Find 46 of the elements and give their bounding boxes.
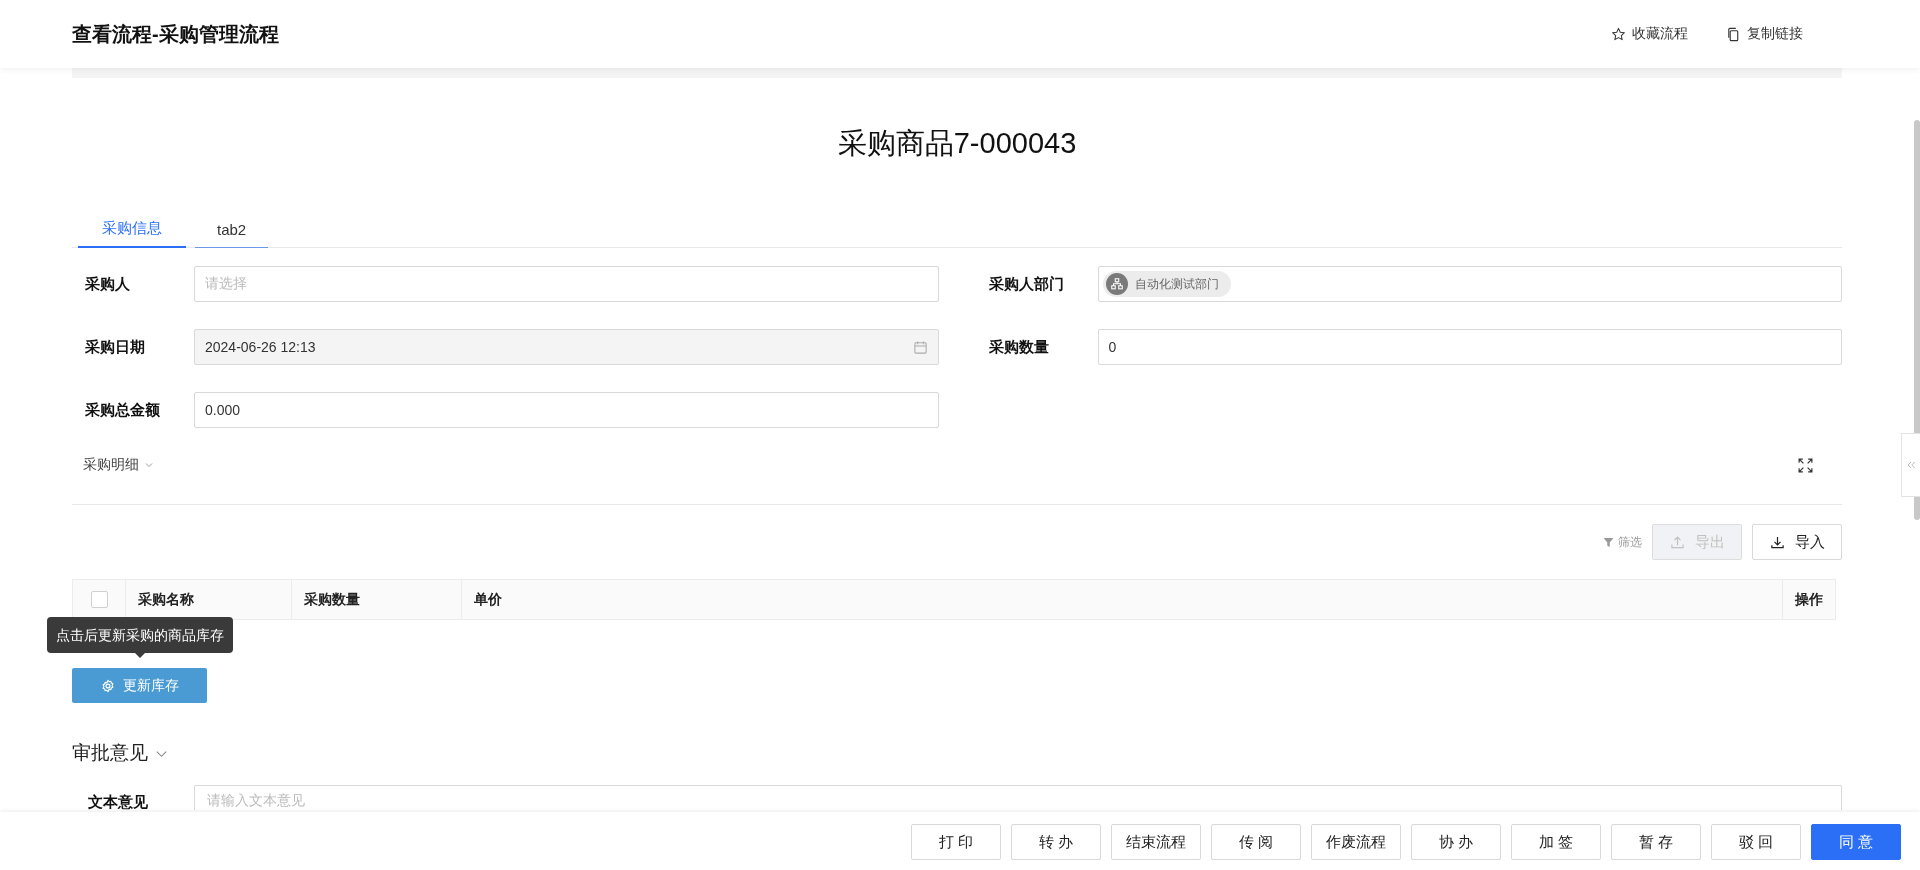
column-header: 单价: [461, 580, 1782, 619]
star-icon: [1611, 26, 1626, 42]
field-label: 采购总金额: [85, 400, 161, 420]
footer-button[interactable]: 暂 存: [1611, 824, 1701, 860]
field-label: 采购人部门: [988, 274, 1065, 294]
tab[interactable]: 采购信息: [78, 211, 186, 248]
column-header: 采购数量: [291, 580, 461, 619]
footer-button[interactable]: 作废流程: [1311, 824, 1401, 860]
header-action[interactable]: 复制链接: [1726, 25, 1803, 43]
double-chevron-left-icon: [1905, 459, 1917, 471]
section-toggle[interactable]: 审批意见: [72, 738, 1842, 768]
fullscreen-icon[interactable]: [1797, 456, 1814, 474]
department-tag: 自动化测试部门: [1102, 271, 1231, 297]
calendar-icon: [912, 339, 928, 355]
footer-button[interactable]: 协 办: [1411, 824, 1501, 860]
tooltip-arrow: [134, 653, 145, 658]
import-button[interactable]: 导入: [1752, 524, 1842, 560]
column-header: 操作: [1782, 580, 1835, 619]
upload-icon: [1669, 534, 1685, 550]
footer-button[interactable]: 结束流程: [1111, 824, 1201, 860]
footer-button[interactable]: 驳 回: [1711, 824, 1801, 860]
input-field[interactable]: 0: [1097, 329, 1842, 365]
side-panel-toggle[interactable]: [1901, 433, 1920, 497]
field-label: 采购日期: [85, 337, 146, 357]
filter-icon: [1602, 535, 1615, 549]
footer-button[interactable]: 加 签: [1511, 824, 1601, 860]
checkbox[interactable]: [90, 591, 108, 608]
header-action[interactable]: 收藏流程: [1611, 25, 1688, 43]
field-label: 采购数量: [988, 337, 1050, 357]
document-title: 采购商品7-000043: [836, 126, 1078, 161]
copy-icon: [1726, 26, 1741, 42]
download-icon: [1769, 534, 1785, 550]
section-toggle[interactable]: 采购明细: [83, 456, 155, 474]
select-field[interactable]: 自动化测试部门: [1097, 266, 1842, 302]
page-title: 查看流程-采购管理流程: [72, 21, 280, 47]
gear-icon: [100, 678, 115, 693]
footer-button[interactable]: 转 办: [1011, 824, 1101, 860]
tab[interactable]: tab2: [195, 211, 269, 248]
input-field[interactable]: 0.000: [194, 392, 939, 428]
footer-button[interactable]: 同 意: [1811, 824, 1901, 860]
org-chart-icon: [1109, 277, 1124, 291]
tooltip: 点击后更新采购的商品库存: [46, 617, 233, 653]
footer-button[interactable]: 传 阅: [1211, 824, 1301, 860]
field-label: 采购人: [85, 274, 131, 294]
footer-button[interactable]: 打 印: [911, 824, 1001, 860]
field-label: 文本意见: [88, 792, 149, 812]
